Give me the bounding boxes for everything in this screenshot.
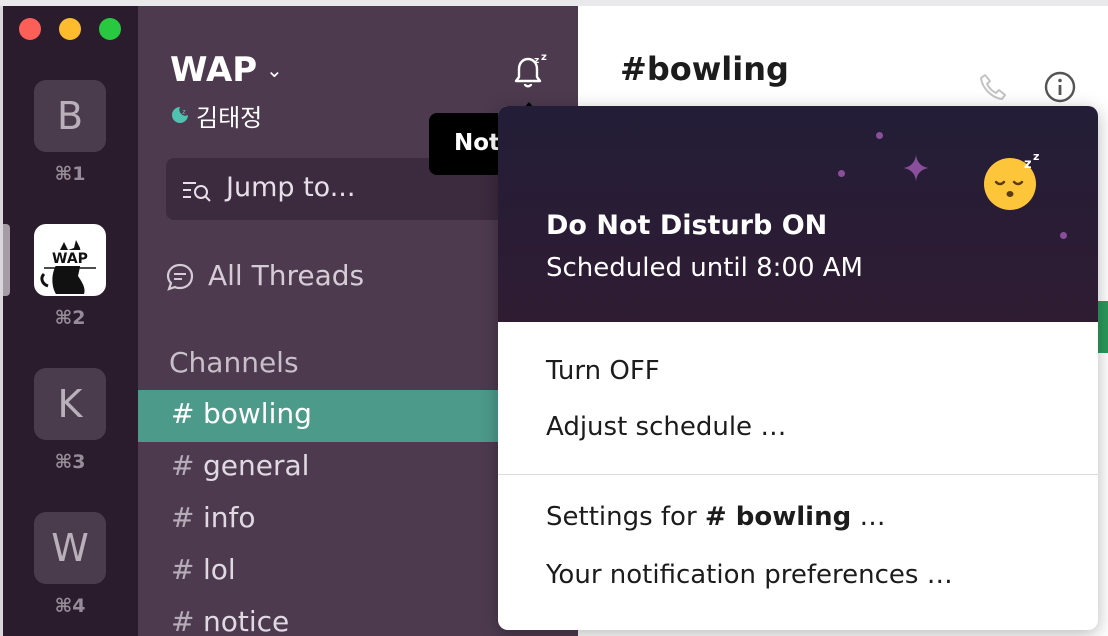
workspace-shortcut: ⌘4 — [54, 595, 86, 617]
hash-icon: # — [171, 605, 195, 636]
channel-name: lol — [203, 553, 236, 586]
workspace-k[interactable]: K — [34, 368, 106, 440]
workspace-b[interactable]: B — [34, 80, 106, 152]
hash-icon: # — [171, 501, 195, 534]
workspace-w[interactable]: W — [34, 512, 106, 584]
zoom-window-button[interactable] — [99, 18, 121, 40]
dnd-schedule-text: Scheduled until 8:00 AM — [546, 253, 863, 283]
active-workspace-marker — [3, 224, 10, 296]
settings-channel-name: # bowling — [704, 502, 852, 532]
channel-name: general — [203, 449, 310, 482]
svg-text:z: z — [541, 52, 547, 63]
hash-icon: # — [171, 449, 195, 482]
workspace-shortcut: ⌘2 — [54, 307, 86, 329]
dnd-header: z z Do Not Disturb ON Scheduled until 8:… — [498, 106, 1098, 322]
workspace-shortcut: ⌘3 — [54, 451, 86, 473]
notification-preferences-menu-item[interactable]: Your notification preferences … — [546, 560, 953, 590]
workspace-wap[interactable]: WAP — [34, 224, 106, 296]
minimize-window-button[interactable] — [59, 18, 81, 40]
turn-off-menu-item[interactable]: Turn OFF — [546, 356, 660, 386]
hash-icon: # — [171, 553, 195, 586]
svg-text:z: z — [534, 56, 539, 66]
hash-icon: # — [171, 397, 195, 430]
dnd-popover: z z Do Not Disturb ON Scheduled until 8:… — [498, 106, 1098, 630]
close-window-button[interactable] — [19, 18, 41, 40]
channels-header[interactable]: Channels — [169, 346, 299, 379]
user-name[interactable]: 김태정 — [196, 98, 262, 133]
workspace-shortcut: ⌘1 — [54, 163, 86, 185]
wap-logo-icon: WAP — [40, 240, 96, 294]
star-dot — [838, 170, 845, 177]
settings-prefix: Settings for — [546, 502, 705, 532]
channel-settings-menu-item[interactable]: Settings for # bowling … — [546, 502, 885, 532]
settings-suffix: … — [851, 502, 886, 532]
svg-text:z: z — [182, 108, 186, 116]
workspace-rail: B ⌘1 WAP ⌘2 K ⌘3 W ⌘4 — [3, 6, 138, 636]
sleeping-face-icon: z z — [984, 150, 1039, 210]
channel-title[interactable]: #bowling — [620, 50, 789, 88]
phone-icon[interactable] — [978, 72, 1008, 102]
star-dot — [876, 132, 883, 139]
dnd-title: Do Not Disturb ON — [546, 210, 828, 241]
search-list-icon — [183, 182, 211, 202]
chevron-down-icon[interactable]: ⌄ — [266, 58, 283, 82]
wap-logo-text: WAP — [52, 251, 88, 267]
adjust-schedule-menu-item[interactable]: Adjust schedule … — [546, 412, 786, 442]
svg-text:z: z — [1024, 157, 1032, 172]
menu-divider — [498, 474, 1098, 475]
sparkle-icon — [903, 155, 929, 181]
channel-name: notice — [203, 605, 290, 636]
threads-icon — [166, 263, 194, 291]
channel-name: info — [203, 501, 256, 534]
svg-text:z: z — [1033, 150, 1039, 163]
channel-name: bowling — [203, 397, 312, 430]
snooze-status-icon: z — [172, 107, 188, 123]
bell-snooze-icon[interactable]: z z — [508, 51, 550, 93]
info-icon[interactable] — [1043, 70, 1077, 104]
jump-to-placeholder: Jump to... — [226, 172, 356, 203]
star-dot — [1060, 232, 1067, 239]
workspace-name[interactable]: WAP — [170, 50, 257, 90]
all-threads-link[interactable]: All Threads — [208, 259, 364, 292]
message-button-edge — [1098, 301, 1108, 353]
